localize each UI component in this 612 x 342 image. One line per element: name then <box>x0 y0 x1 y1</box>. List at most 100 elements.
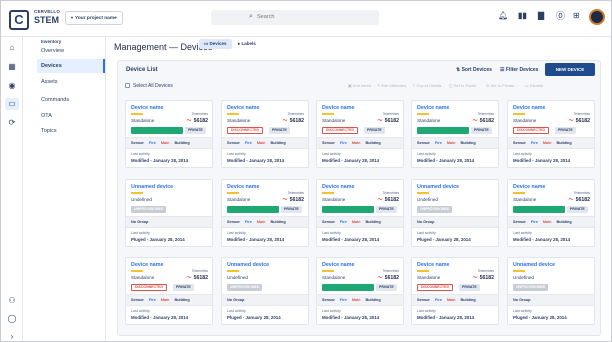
tag-chip[interactable]: Sensor <box>513 141 526 145</box>
device-name[interactable]: Unnamed device <box>131 184 173 190</box>
device-name[interactable]: Unnamed device <box>417 184 459 190</box>
tag-chip[interactable]: Main <box>352 220 361 224</box>
search-input[interactable] <box>257 11 367 23</box>
home-icon[interactable]: ⌂ <box>5 42 19 54</box>
device-name[interactable]: Device name <box>322 262 354 268</box>
filter-devices-button[interactable]: ☰ Filter Devices <box>500 67 538 73</box>
tag-chip[interactable]: Building <box>366 220 381 224</box>
chevron-right-icon[interactable]: › <box>5 331 19 341</box>
tag-chip[interactable]: Building <box>175 298 190 302</box>
tag-chip[interactable]: Building <box>366 141 381 145</box>
checkbox[interactable] <box>125 83 130 89</box>
tag-chip[interactable]: Building <box>175 141 190 145</box>
tag-chip[interactable]: Sensor <box>513 220 526 224</box>
tag-chip[interactable]: Sensor <box>227 220 240 224</box>
export-details-button[interactable]: ⇪ Export Details <box>412 83 441 88</box>
select-all-checkbox[interactable]: Select All Devices <box>125 83 173 89</box>
device-name[interactable]: Unnamed device <box>227 262 269 268</box>
set-private-button[interactable]: ⊘ Set to Private <box>486 83 514 88</box>
device-card[interactable]: Device name Telemetries Standalone 〜 56182 PR… <box>316 257 404 325</box>
edit-attributes-button[interactable]: ✎ Edit Attributes <box>377 83 406 88</box>
tag-chip[interactable]: No Group <box>417 220 435 224</box>
sidebar-item-topics[interactable]: Topics <box>41 128 57 134</box>
tag-chip[interactable]: No Group <box>513 298 531 302</box>
avatar[interactable] <box>589 9 605 25</box>
tag-chip[interactable]: Fire <box>435 298 442 302</box>
tab-labels[interactable]: ▸ Labels <box>233 39 261 49</box>
bell-icon[interactable]: 🔔︎ <box>498 12 508 20</box>
tag-chip[interactable]: Building <box>461 141 476 145</box>
tag-chip[interactable]: Building <box>271 141 286 145</box>
tag-chip[interactable]: Sensor <box>322 220 335 224</box>
tag-chip[interactable]: No Group <box>227 298 245 302</box>
tag-chip[interactable]: Fire <box>149 141 156 145</box>
device-name[interactable]: Device name <box>322 184 354 190</box>
tag-chip[interactable]: Main <box>352 141 361 145</box>
tag-chip[interactable]: Fire <box>245 220 252 224</box>
device-name[interactable]: Device name <box>131 262 163 268</box>
tag-chip[interactable]: Sensor <box>417 141 430 145</box>
sidebar-item-commands[interactable]: Commands <box>41 97 69 103</box>
tag-chip[interactable]: Building <box>557 220 572 224</box>
help-icon[interactable]: ⓪ <box>556 12 565 21</box>
tag-chip[interactable]: Building <box>557 141 572 145</box>
tag-chip[interactable]: Fire <box>340 141 347 145</box>
device-card[interactable]: Unnamed device Undefined UNPROVISIONED No G… <box>221 257 309 325</box>
sidebar-item-assets[interactable]: Assets <box>41 79 58 85</box>
tag-chip[interactable]: Fire <box>245 141 252 145</box>
sidebar-item-ota[interactable]: OTA <box>41 113 52 119</box>
device-card[interactable]: Device name Telemetries Standalone 〜 56182 PR… <box>221 179 309 247</box>
tag-chip[interactable]: Sensor <box>322 298 335 302</box>
tag-chip[interactable]: Fire <box>435 141 442 145</box>
grid-icon[interactable]: ⊞ <box>573 12 580 20</box>
tag-chip[interactable]: Main <box>543 220 552 224</box>
tag-chip[interactable]: Main <box>352 298 361 302</box>
device-name[interactable]: Device name <box>227 105 259 111</box>
tag-chip[interactable]: Sensor <box>227 141 240 145</box>
devices-icon[interactable]: ▭ <box>5 98 19 110</box>
device-card[interactable]: Device name Telemetries Standalone 〜 56182 DI… <box>221 100 309 168</box>
tag-chip[interactable]: Main <box>161 141 170 145</box>
tag-chip[interactable]: Fire <box>531 220 538 224</box>
device-name[interactable]: Device name <box>227 184 259 190</box>
new-device-button[interactable]: NEW DEVICE <box>545 63 595 76</box>
building-icon[interactable]: ▦ <box>5 61 19 73</box>
globe-icon[interactable]: ◉ <box>5 80 19 92</box>
tag-chip[interactable]: Main <box>447 141 456 145</box>
add-labels-button[interactable]: ▣ Add labels <box>348 83 371 88</box>
sync-icon[interactable]: ⟳ <box>5 117 19 129</box>
sidebar-item-overview[interactable]: Overview <box>41 48 64 54</box>
device-card[interactable]: Unnamed device Undefined UNPROVISIONED No G… <box>507 257 595 325</box>
device-name[interactable]: Device name <box>322 105 354 111</box>
device-card[interactable]: Device name Telemetries Standalone 〜 56182 PR… <box>507 179 595 247</box>
tag-chip[interactable]: Fire <box>340 220 347 224</box>
tag-chip[interactable]: Building <box>461 298 476 302</box>
tag-chip[interactable]: Building <box>271 220 286 224</box>
chat-icon[interactable]: ▇ <box>538 12 544 20</box>
device-card[interactable]: Device name Telemetries Standalone 〜 56182 DI… <box>507 100 595 168</box>
set-public-button[interactable]: ◫ Set to Public <box>449 83 476 88</box>
device-name[interactable]: Device name <box>513 105 545 111</box>
tag-chip[interactable]: Sensor <box>131 141 144 145</box>
tag-chip[interactable]: No Group <box>131 220 149 224</box>
tag-chip[interactable]: Fire <box>149 298 156 302</box>
users-icon[interactable]: ⚇ <box>5 295 19 307</box>
sidebar-item-devices[interactable]: Devices <box>37 59 105 73</box>
tag-chip[interactable]: Main <box>161 298 170 302</box>
tag-chip[interactable]: Fire <box>531 141 538 145</box>
device-card[interactable]: Unnamed device Undefined UNPROVISIONED No G… <box>411 179 499 247</box>
tag-chip[interactable]: Sensor <box>131 298 144 302</box>
circle-icon[interactable]: ◯ <box>5 313 19 325</box>
device-card[interactable]: Device name Telemetries Standalone 〜 56182 PR… <box>125 100 213 168</box>
device-card[interactable]: Device name Telemetries Standalone 〜 56182 PR… <box>411 100 499 168</box>
device-card[interactable]: Device name Telemetries Standalone 〜 56182 DI… <box>411 257 499 325</box>
device-name[interactable]: Device name <box>417 105 449 111</box>
device-card[interactable]: Device name Telemetries Standalone 〜 56182 DI… <box>125 257 213 325</box>
device-card[interactable]: Device name Telemetries Standalone 〜 56182 PR… <box>316 179 404 247</box>
tag-chip[interactable]: Sensor <box>417 298 430 302</box>
device-name[interactable]: Device name <box>131 105 163 111</box>
tag-chip[interactable]: Building <box>366 298 381 302</box>
project-selector[interactable]: ▾ Your project name <box>65 11 123 25</box>
sort-devices-button[interactable]: ⇅ Sort Devices <box>456 67 492 73</box>
device-name[interactable]: Device name <box>417 262 449 268</box>
